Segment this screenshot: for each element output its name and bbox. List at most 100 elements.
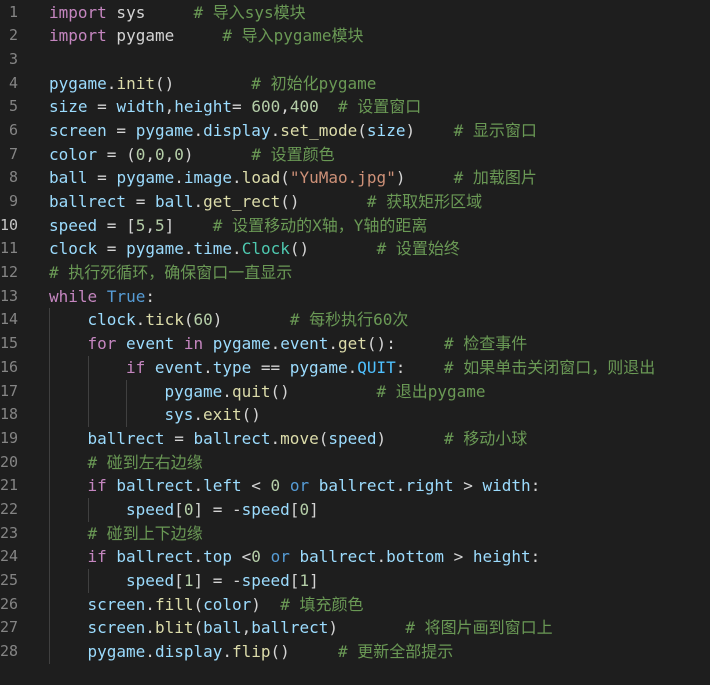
code-token: if: [87, 547, 107, 567]
code-token: event: [126, 334, 175, 354]
indent-guide: [49, 403, 50, 427]
code-text: screen.blit(ball,ballrect) # 将图片画到窗口上: [88, 616, 553, 640]
code-comment: # 显示窗口: [453, 120, 537, 140]
code-token: ): [328, 618, 406, 638]
code-token: pygame: [106, 26, 223, 46]
code-token: image: [183, 168, 233, 188]
code-token: ]: [309, 499, 319, 519]
code-token: if: [126, 357, 146, 377]
code-line[interactable]: 23 # 碰到上下边缘: [0, 521, 710, 546]
code-token: speed: [241, 571, 290, 590]
code-line[interactable]: 26 screen.fill(color) # 填充颜色: [0, 592, 710, 617]
code-line[interactable]: 17 pygame.quit() # 退出pygame: [0, 379, 710, 404]
code-token: .: [395, 476, 406, 496]
code-line[interactable]: 16 if event.type == pygame.QUIT: # 如果单击关闭…: [0, 355, 710, 380]
code-token: size: [366, 120, 406, 140]
code-line[interactable]: 27 screen.blit(ball,ballrect) # 将图片画到窗口上: [0, 616, 710, 641]
code-text: speed[1] = -speed[1]: [126, 569, 319, 593]
code-line[interactable]: 2 import pygame # 导入pygame模块: [0, 24, 710, 48]
code-comment: # 设置窗口: [338, 97, 422, 117]
code-line[interactable]: 25 speed[1] = -speed[1]: [0, 569, 710, 593]
code-line[interactable]: 21 if ballrect.left < 0 or ballrect.right…: [0, 474, 710, 498]
indent-guide: [87, 403, 89, 427]
line-number: 9: [8, 192, 18, 210]
code-token: ): [212, 310, 290, 330]
code-token: =: [164, 428, 194, 448]
indent-guide: [49, 450, 50, 475]
code-line[interactable]: 10 speed = [5,5] # 设置移动的X轴，Y轴的距离: [0, 214, 710, 238]
code-line[interactable]: 12 # 执行死循环，确保窗口一直显示: [0, 261, 710, 285]
code-token: width: [116, 97, 165, 117]
code-line[interactable]: 6 screen = pygame.display.set_mode(size) …: [0, 119, 710, 143]
code-line[interactable]: 22 speed[0] = -speed[0]: [0, 497, 710, 522]
indent-guide: [49, 355, 50, 380]
code-token: ): [405, 120, 454, 140]
code-text: clock = pygame.time.Clock() # 设置始终: [49, 237, 460, 261]
code-token: =: [87, 97, 117, 117]
code-token: Clock: [241, 239, 290, 259]
code-line[interactable]: 14 clock.tick(60) # 每秒执行60次: [0, 308, 710, 333]
code-token: <: [232, 547, 252, 567]
indent-guide: [126, 379, 127, 404]
indent-guide: [49, 332, 50, 356]
code-token: ballrect: [116, 547, 194, 567]
code-token: (): [289, 239, 377, 259]
code-text: ball = pygame.image.load("YuMao.jpg") # …: [49, 166, 537, 190]
code-token: sys: [164, 405, 194, 425]
code-comment: # 检查事件: [443, 334, 528, 354]
code-line[interactable]: 13 while True:: [0, 285, 710, 309]
code-token: 0: [270, 476, 281, 496]
code-line[interactable]: 18 sys.exit(): [0, 403, 710, 427]
code-line[interactable]: 9 ballrect = ball.get_rect() # 获取矩形区域: [0, 190, 710, 214]
code-token: 0: [174, 144, 184, 164]
code-comment: # 填充颜色: [280, 594, 364, 614]
line-number: 12: [0, 263, 19, 282]
indent-guide: [87, 355, 89, 380]
code-token: (): [270, 642, 338, 662]
code-token: ballrect: [49, 192, 127, 211]
code-token: =: [126, 192, 155, 211]
code-text: ballrect = ball.get_rect() # 获取矩形区域: [49, 190, 482, 214]
line-number: 16: [0, 357, 19, 376]
code-line[interactable]: 4 pygame.init() # 初始化pygame: [0, 72, 710, 96]
code-comment: # 碰到上下边缘: [87, 523, 203, 543]
code-line[interactable]: 3: [0, 48, 710, 72]
line-number: 14: [0, 310, 19, 329]
code-line[interactable]: 5 size = width,height= 600,400 # 设置窗口: [0, 95, 710, 119]
code-line[interactable]: 24 if ballrect.top <0 or ballrect.bottom …: [0, 545, 710, 569]
code-line[interactable]: 15 for event in pygame.event.get(): # 检查事…: [0, 332, 710, 356]
code-token: ] = -: [193, 571, 242, 590]
indent-guide: [49, 521, 50, 546]
code-line[interactable]: 7 color = (0,0,0) # 设置颜色: [0, 143, 710, 167]
line-number: 13: [0, 286, 19, 305]
code-editor[interactable]: 1 import sys # 导入sys模块 2 import pygame # 导入…: [0, 0, 710, 685]
code-token: :: [530, 476, 541, 496]
line-number: 20: [0, 452, 19, 471]
code-comment: # 如果单击关闭窗口，则退出: [443, 357, 656, 377]
code-line[interactable]: 11 clock = pygame.time.Clock() # 设置始终: [0, 237, 710, 261]
code-text: speed[0] = -speed[0]: [126, 498, 319, 522]
code-line[interactable]: 20 # 碰到左右边缘: [0, 450, 710, 475]
code-line[interactable]: 28 pygame.display.flip() # 更新全部提示: [0, 640, 710, 664]
code-token: (): [154, 73, 252, 93]
code-token: blit: [154, 618, 194, 638]
code-token: load: [241, 168, 281, 188]
code-line[interactable]: 8 ball = pygame.image.load("YuMao.jpg") #…: [0, 166, 710, 190]
code-token: pygame: [116, 168, 175, 188]
code-line[interactable]: 1 import sys # 导入sys模块: [0, 1, 710, 25]
indent-guide: [49, 569, 50, 593]
code-token: .: [135, 310, 146, 330]
indent-guide: [49, 497, 50, 522]
code-comment: # 导入sys模块: [193, 2, 306, 22]
code-token: exit: [203, 405, 242, 425]
code-text: screen = pygame.display.set_mode(size) #…: [49, 119, 537, 143]
indent-guide: [49, 592, 50, 617]
code-token: size: [49, 97, 88, 117]
code-token: speed: [126, 571, 175, 590]
code-token: pygame: [87, 642, 146, 662]
code-line[interactable]: 19 ballrect = ballrect.move(speed) # 移动小球: [0, 426, 710, 451]
